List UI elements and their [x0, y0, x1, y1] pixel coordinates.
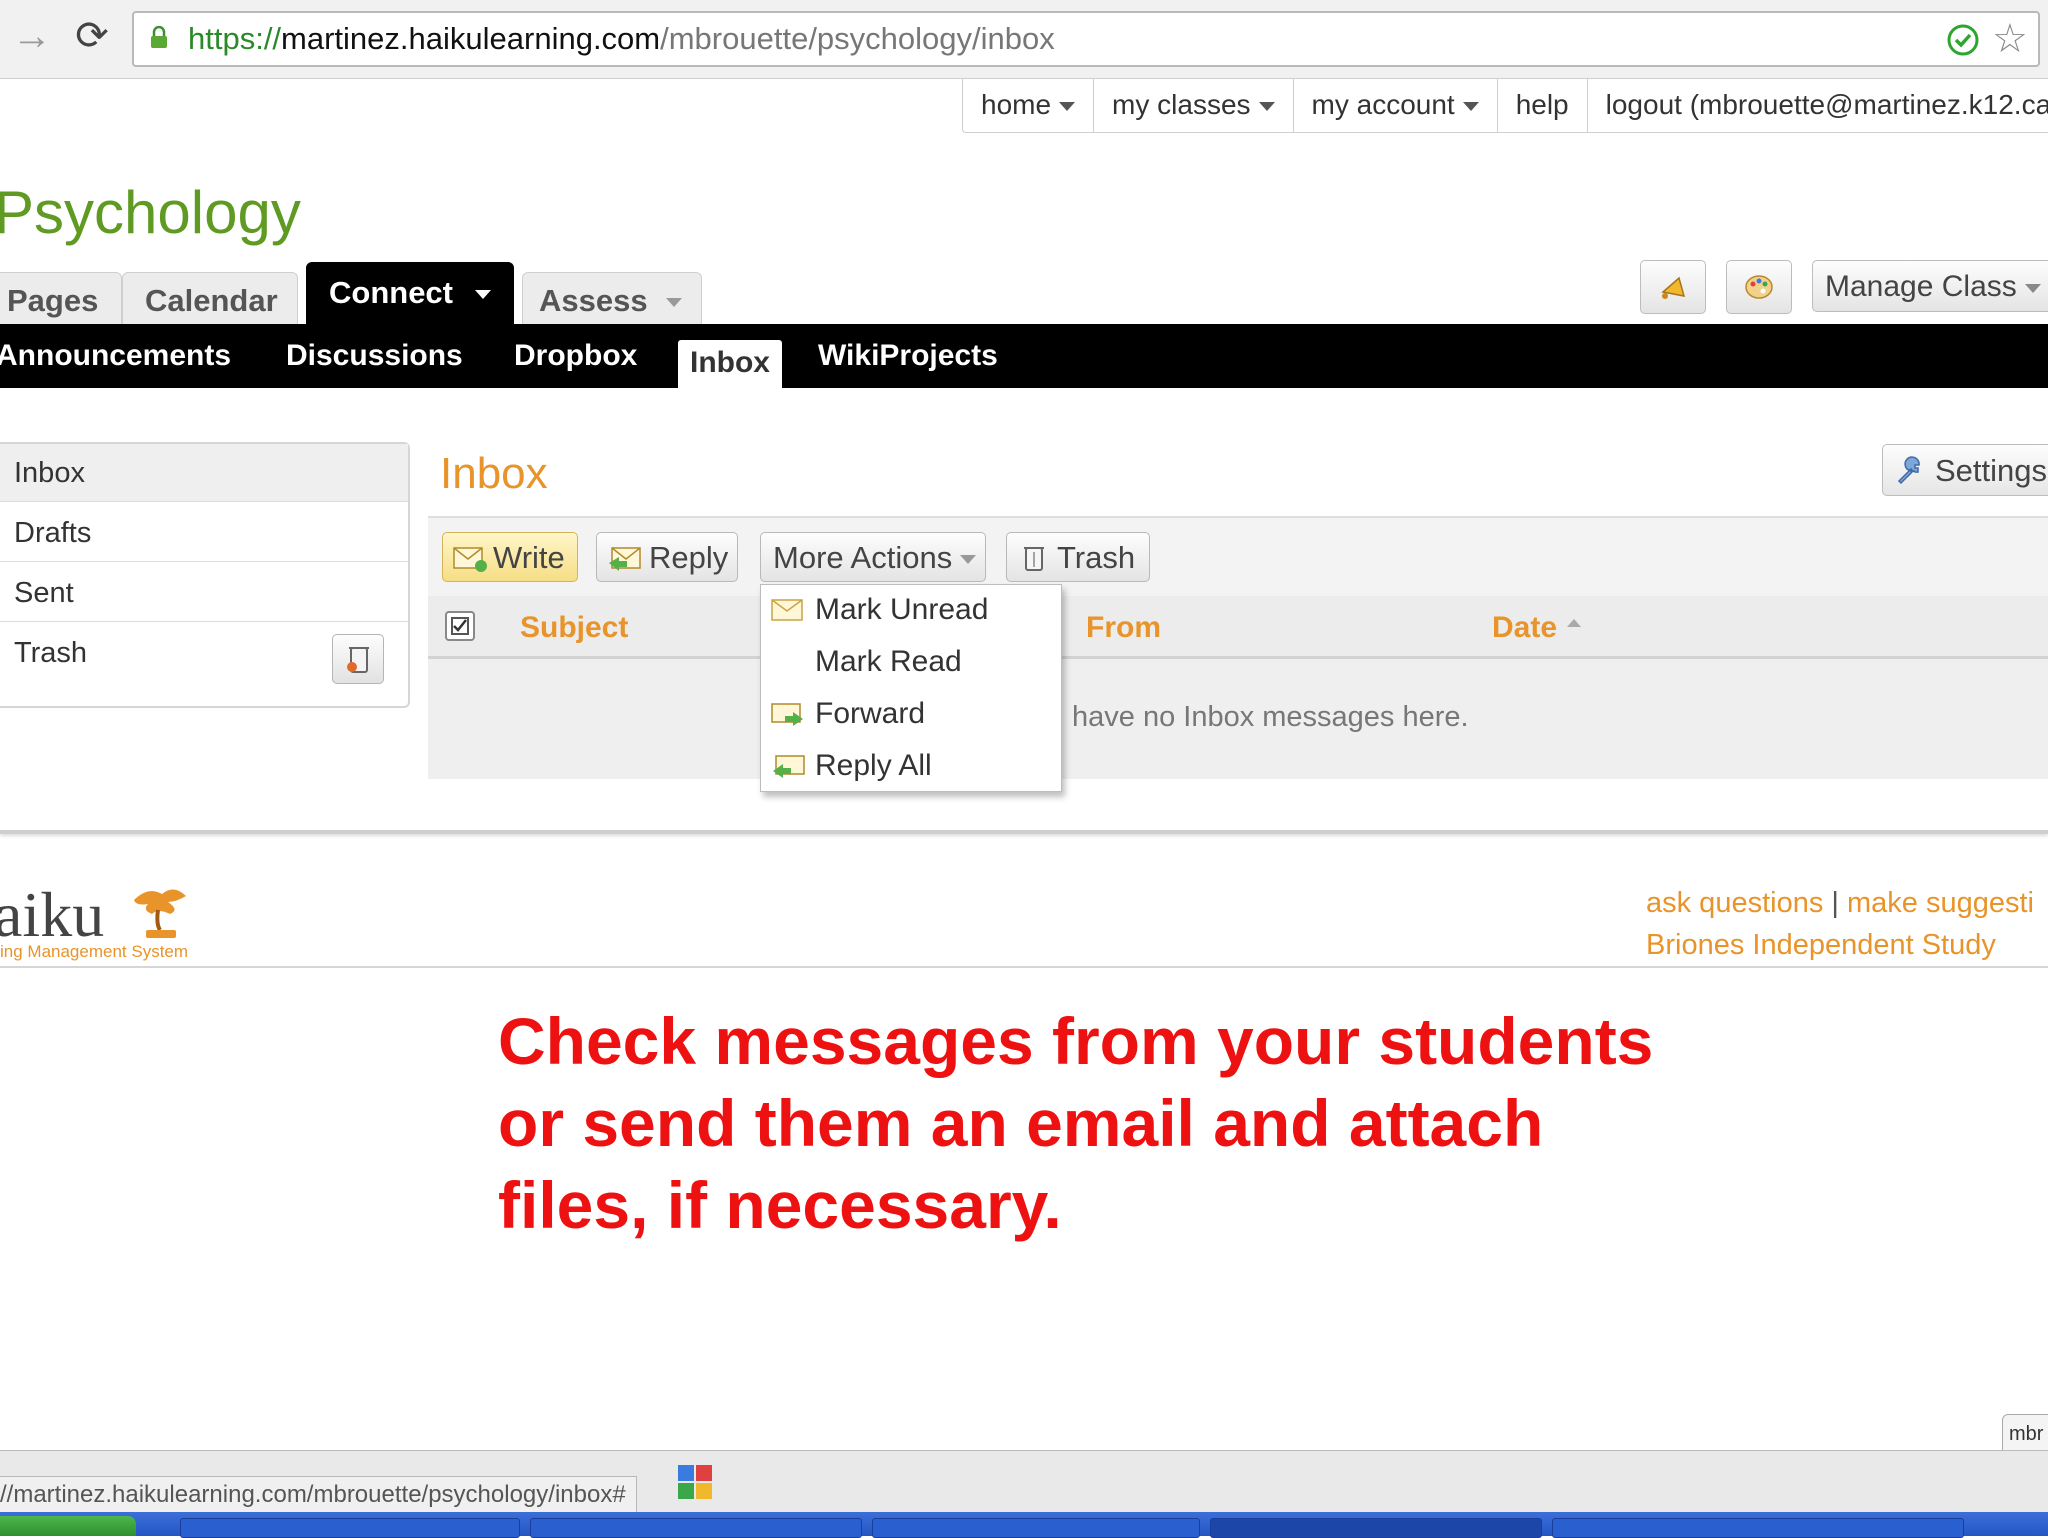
forward-arrow-icon[interactable]: → — [10, 14, 54, 58]
menu-item-mark-read[interactable]: Mark Read — [761, 637, 1061, 687]
chevron-down-icon — [665, 298, 682, 308]
trash-can-icon — [347, 647, 369, 673]
google-icon[interactable] — [676, 1463, 714, 1501]
verified-icon — [1947, 24, 1979, 56]
top-links: home my classes my account help logout (… — [962, 78, 2048, 133]
folder-list: Inbox Drafts Sent Trash — [0, 442, 410, 708]
more-actions-button[interactable]: More Actions — [760, 532, 986, 582]
message-toolbar: Write Reply More Actions Trash — [428, 516, 2048, 598]
minimized-tab[interactable]: mbr — [2002, 1414, 2048, 1452]
school-name-link[interactable]: Briones Independent Study — [1646, 924, 2034, 966]
subnav-discussions[interactable]: Discussions — [286, 324, 463, 388]
empty-trash-button[interactable] — [332, 634, 384, 684]
taskbar-button[interactable] — [872, 1518, 1200, 1538]
menu-item-forward[interactable]: Forward — [761, 689, 1061, 739]
my-account-menu[interactable]: my account — [1294, 78, 1498, 132]
sort-asc-icon — [1567, 619, 1582, 627]
taskbar-button[interactable] — [1552, 1518, 1964, 1538]
subnav-dropbox[interactable]: Dropbox — [514, 324, 637, 388]
theme-button[interactable] — [1726, 260, 1792, 314]
more-actions-menu: Mark Unread Mark Read Forward Reply All — [760, 584, 1062, 792]
tab-calendar[interactable]: Calendar — [122, 272, 298, 324]
class-title: Psychology — [0, 179, 301, 246]
palette-icon — [1745, 275, 1773, 299]
status-bar-url: //martinez.haikulearning.com/mbrouette/p… — [0, 1476, 637, 1514]
my-classes-menu[interactable]: my classes — [1094, 78, 1294, 132]
chevron-down-icon — [960, 555, 977, 565]
settings-button[interactable]: Settings — [1882, 444, 2048, 496]
trash-button[interactable]: Trash — [1006, 532, 1150, 582]
tab-connect[interactable]: Connect — [306, 262, 514, 324]
column-subject[interactable]: Subject — [520, 596, 628, 660]
footer-divider — [0, 966, 2048, 968]
message-list-header: Subject From Date — [428, 596, 2048, 659]
chevron-down-icon — [2024, 283, 2041, 293]
subnav-inbox[interactable]: Inbox — [678, 340, 782, 388]
menu-item-mark-unread[interactable]: Mark Unread — [761, 585, 1061, 635]
column-date[interactable]: Date — [1492, 596, 1582, 660]
announce-button[interactable] — [1640, 260, 1706, 314]
envelope-icon — [771, 599, 803, 621]
reload-icon[interactable]: ⟳ — [70, 14, 114, 58]
subnav-wikiprojects[interactable]: WikiProjects — [818, 324, 998, 388]
address-bar[interactable]: https://martinez.haikulearning.com/mbrou… — [132, 11, 2040, 67]
chevron-down-icon — [1258, 102, 1275, 112]
select-all-icon[interactable] — [444, 610, 476, 642]
trash-can-icon — [1024, 547, 1044, 571]
folder-sent[interactable]: Sent — [0, 564, 408, 622]
reply-envelope-icon — [609, 547, 641, 571]
chevron-down-icon — [1059, 102, 1076, 112]
folder-inbox[interactable]: Inbox — [0, 444, 408, 502]
reply-all-icon — [773, 755, 805, 778]
empty-message-row: have no Inbox messages here. — [428, 659, 2048, 779]
star-icon[interactable]: ☆ — [1992, 17, 2028, 61]
taskbar-button[interactable] — [1210, 1518, 1542, 1538]
folder-drafts[interactable]: Drafts — [0, 504, 408, 562]
ask-questions-link[interactable]: ask questions — [1646, 887, 1823, 919]
page-divider — [0, 830, 2048, 834]
taskbar-button[interactable] — [180, 1518, 520, 1538]
sub-navigation: Announcements Discussions Dropbox Inbox … — [0, 324, 2048, 388]
logout-link[interactable]: logout (mbrouette@martinez.k12.ca.u — [1588, 78, 2048, 132]
bonsai-tree-icon — [134, 889, 186, 938]
subnav-announcements[interactable]: Announcements — [0, 324, 231, 388]
footer-links: ask questions | make suggesti Briones In… — [1646, 882, 2034, 966]
lock-icon — [151, 26, 167, 48]
chevron-down-icon — [475, 290, 491, 300]
tab-pages[interactable]: Pages — [0, 272, 122, 324]
wrench-icon — [1897, 456, 1920, 485]
page-title: Inbox — [440, 449, 548, 498]
manage-class-button[interactable]: Manage Class — [1812, 260, 2048, 312]
write-button[interactable]: Write — [442, 532, 578, 582]
envelope-icon — [453, 547, 487, 572]
taskbar-button[interactable] — [530, 1518, 862, 1538]
annotation-caption: Check messages from your students or sen… — [498, 1004, 1654, 1242]
home-menu[interactable]: home — [963, 78, 1095, 132]
tab-assess[interactable]: Assess — [522, 272, 702, 324]
start-button[interactable] — [0, 1516, 136, 1536]
url-text[interactable]: https://martinez.haikulearning.com/mbrou… — [188, 19, 1055, 59]
forward-envelope-icon — [771, 703, 803, 726]
help-link[interactable]: help — [1498, 78, 1588, 132]
haiku-logo[interactable]: aiku — [0, 880, 104, 950]
announce-icon — [1661, 276, 1686, 299]
chevron-down-icon — [1462, 102, 1479, 112]
browser-toolbar: → ⟳ https://martinez.haikulearning.com/m… — [0, 0, 2048, 79]
logo-tagline: ing Management System — [0, 942, 189, 961]
column-from[interactable]: From — [1086, 596, 1161, 660]
reply-button[interactable]: Reply — [596, 532, 738, 582]
make-suggestions-link[interactable]: make suggesti — [1847, 887, 2034, 919]
menu-item-reply-all[interactable]: Reply All — [761, 741, 1061, 791]
empty-message: have no Inbox messages here. — [1072, 701, 1469, 733]
